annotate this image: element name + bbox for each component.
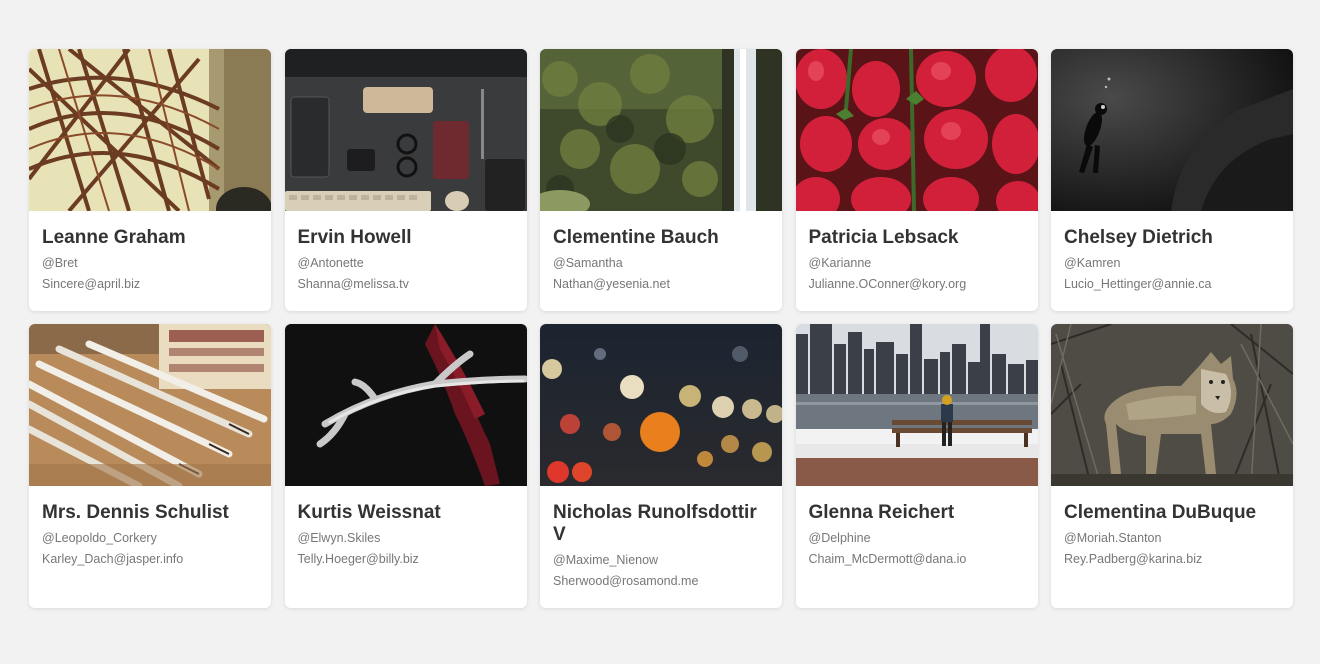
antler-photo <box>284 324 527 486</box>
user-card[interactable]: Ervin Howell @Antonette Shanna@melissa.t… <box>284 49 527 311</box>
user-card-info: Kurtis Weissnat @Elwyn.Skiles Telly.Hoeg… <box>285 486 527 570</box>
user-name: Ervin Howell <box>297 227 412 248</box>
user-card-info: Glenna Reichert @Delphine Chaim_McDermot… <box>796 486 1038 570</box>
user-username: @Delphine <box>808 531 871 545</box>
user-card[interactable]: Chelsey Dietrich @Kamren Lucio_Hettinger… <box>1051 49 1293 311</box>
user-username: @Moriah.Stanton <box>1064 531 1162 545</box>
user-card[interactable]: Clementine Bauch @Samantha Nathan@yeseni… <box>540 49 782 311</box>
user-name: Patricia Lebsack <box>808 227 959 248</box>
user-card[interactable]: Patricia Lebsack @Karianne Julianne.OCon… <box>795 49 1038 311</box>
diver-photo <box>1051 49 1293 211</box>
user-username: @Kamren <box>1064 256 1121 270</box>
user-email: Karley_Dach@jasper.info <box>42 552 184 566</box>
bokeh-lights-photo <box>540 324 782 486</box>
user-email: Julianne.OConner@kory.org <box>808 277 967 291</box>
city-skyline-photo <box>795 324 1038 486</box>
user-username: @Antonette <box>297 256 364 270</box>
user-card[interactable]: Glenna Reichert @Delphine Chaim_McDermot… <box>795 324 1038 608</box>
pencils-photo <box>29 324 271 486</box>
user-card[interactable]: Mrs. Dennis Schulist @Leopoldo_Corkery K… <box>29 324 271 608</box>
waterfall-photo <box>540 49 782 211</box>
user-card[interactable]: Nicholas Runolfsdottir V @Maxime_Nienow … <box>540 324 782 608</box>
user-username: @Elwyn.Skiles <box>297 531 381 545</box>
user-username: @Maxime_Nienow <box>553 553 659 567</box>
user-card-info: Clementine Bauch @Samantha Nathan@yeseni… <box>540 211 782 295</box>
user-card-grid: Leanne Graham @Bret Sincere@april.biz Er… <box>29 49 1293 608</box>
bridge-structure-photo <box>29 49 271 211</box>
user-name: Nicholas Runolfsdottir V <box>553 502 757 545</box>
user-email: Sincere@april.biz <box>42 277 141 291</box>
user-email: Nathan@yesenia.net <box>553 277 670 291</box>
user-email: Chaim_McDermott@dana.io <box>808 552 967 566</box>
desk-flatlay-photo <box>284 49 527 211</box>
user-name: Leanne Graham <box>42 227 186 248</box>
user-directory-page: Leanne Graham @Bret Sincere@april.biz Er… <box>0 0 1320 664</box>
user-name: Clementine Bauch <box>553 227 719 248</box>
user-username: @Samantha <box>553 256 623 270</box>
user-email: Lucio_Hettinger@annie.ca <box>1064 277 1212 291</box>
user-card-info: Chelsey Dietrich @Kamren Lucio_Hettinger… <box>1051 211 1293 295</box>
user-username: @Karianne <box>808 256 872 270</box>
user-card-info: Patricia Lebsack @Karianne Julianne.OCon… <box>796 211 1038 295</box>
user-card[interactable]: Clementina DuBuque @Moriah.Stanton Rey.P… <box>1051 324 1293 608</box>
user-card-info: Mrs. Dennis Schulist @Leopoldo_Corkery K… <box>29 486 271 570</box>
user-name: Kurtis Weissnat <box>297 502 441 523</box>
user-username: @Bret <box>42 256 78 270</box>
user-card-info: Leanne Graham @Bret Sincere@april.biz <box>29 211 271 295</box>
user-card-info: Nicholas Runolfsdottir V @Maxime_Nienow … <box>540 486 782 592</box>
user-card[interactable]: Kurtis Weissnat @Elwyn.Skiles Telly.Hoeg… <box>284 324 527 608</box>
user-email: Shanna@melissa.tv <box>297 277 409 291</box>
user-name: Mrs. Dennis Schulist <box>42 502 229 523</box>
user-name: Clementina DuBuque <box>1064 502 1257 523</box>
user-username: @Leopoldo_Corkery <box>42 531 157 545</box>
user-card-info: Clementina DuBuque @Moriah.Stanton Rey.P… <box>1051 486 1293 570</box>
user-card[interactable]: Leanne Graham @Bret Sincere@april.biz <box>29 49 271 311</box>
user-card-info: Ervin Howell @Antonette Shanna@melissa.t… <box>285 211 527 295</box>
user-name: Chelsey Dietrich <box>1064 227 1213 248</box>
user-name: Glenna Reichert <box>808 502 955 523</box>
coyote-photo <box>1051 324 1293 486</box>
strawberries-photo <box>795 49 1038 211</box>
user-email: Telly.Hoeger@billy.biz <box>297 552 419 566</box>
user-email: Rey.Padberg@karina.biz <box>1064 552 1203 566</box>
user-email: Sherwood@rosamond.me <box>553 574 699 588</box>
